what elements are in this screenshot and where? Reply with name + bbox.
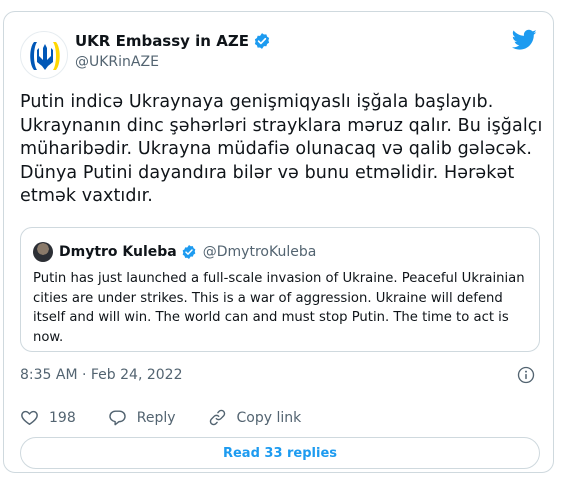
tweet-text: Putin indicə Ukraynaya genişmiqyaslı işğ… [20,91,543,209]
copy-link-label: Copy link [236,409,302,426]
tweet-line: Ukraynanın dinc şəhərləri strayklara mər… [20,115,543,136]
read-replies-button[interactable]: Read 33 replies [20,437,540,469]
info-icon[interactable] [517,366,535,384]
author-name[interactable]: UKR Embassy in AZE [75,32,271,50]
reply-bubble-icon [109,410,126,426]
quoted-tweet-text: Putin has just launched a full-scale inv… [33,269,533,347]
tweet-actions: 198 Reply Copy link [20,408,333,427]
reply-button[interactable]: Reply [108,408,176,427]
like-count: 198 [49,409,76,426]
tweet-timestamp[interactable]: 8:35 AM · Feb 24, 2022 [20,367,182,383]
tweet-line: Dünya Putini dayandıra bilər və bunu etm… [20,162,515,183]
ukraine-trident-logo-icon [30,42,60,70]
quoted-author-name[interactable]: Dmytro Kuleba [59,244,177,260]
author-name-text: UKR Embassy in AZE [75,32,249,50]
reply-label: Reply [136,409,176,426]
quoted-line: Putin has just launched a full-scale inv… [33,271,525,286]
quoted-tweet[interactable]: Dmytro Kuleba @DmytroKuleba Putin has ju… [20,227,540,352]
quoted-author-handle[interactable]: @DmytroKuleba [203,244,317,260]
tweet-line: Putin indicə Ukraynaya genişmiqyaslı işğ… [20,92,494,112]
heart-icon [21,410,38,425]
verified-badge-icon [182,245,196,259]
verified-badge-icon [254,33,270,49]
tweet-line: müharibədir. Ukrayna müdafiə olunacaq və… [20,139,532,159]
tweet-card[interactable]: UKR Embassy in AZE @UKRinAZE Putin indic… [3,11,554,473]
like-button[interactable]: 198 [20,408,76,427]
author-handle[interactable]: @UKRinAZE [75,54,159,70]
quoted-author-header: Dmytro Kuleba @DmytroKuleba [59,244,316,260]
copy-link-button[interactable]: Copy link [208,408,302,427]
author-avatar[interactable] [20,31,68,79]
tweet-line: etmək vaxtıdır. [20,186,153,206]
link-icon [209,409,225,426]
quoted-author-avatar[interactable] [33,242,53,262]
quoted-line: itself and will win. The world can and m… [33,310,509,325]
quoted-line: cities are under strikes. This is a war … [33,290,503,306]
quoted-line: now. [33,329,64,345]
twitter-bird-icon[interactable] [512,29,537,51]
